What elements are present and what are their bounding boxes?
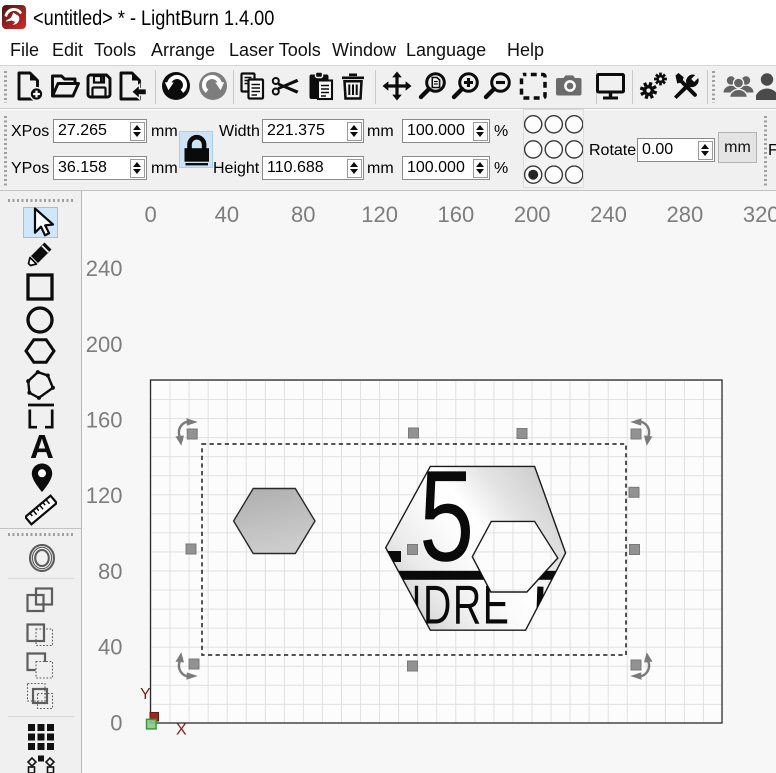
- svg-text:160: 160: [86, 408, 123, 433]
- svg-text:320: 320: [743, 202, 776, 227]
- svg-text:0: 0: [110, 710, 122, 735]
- svg-text:200: 200: [86, 332, 123, 357]
- svg-text:240: 240: [590, 202, 627, 227]
- svg-text:80: 80: [291, 202, 315, 227]
- svg-text:X: X: [176, 722, 187, 739]
- svg-text:80: 80: [98, 559, 122, 584]
- svg-text:40: 40: [215, 202, 239, 227]
- svg-text:Y: Y: [140, 686, 151, 703]
- svg-text:0: 0: [144, 202, 156, 227]
- svg-text:120: 120: [86, 483, 123, 508]
- svg-text:200: 200: [514, 202, 551, 227]
- svg-text:280: 280: [667, 202, 704, 227]
- svg-text:160: 160: [438, 202, 475, 227]
- svg-text:240: 240: [86, 256, 123, 281]
- svg-text:40: 40: [98, 635, 122, 660]
- svg-text:120: 120: [361, 202, 398, 227]
